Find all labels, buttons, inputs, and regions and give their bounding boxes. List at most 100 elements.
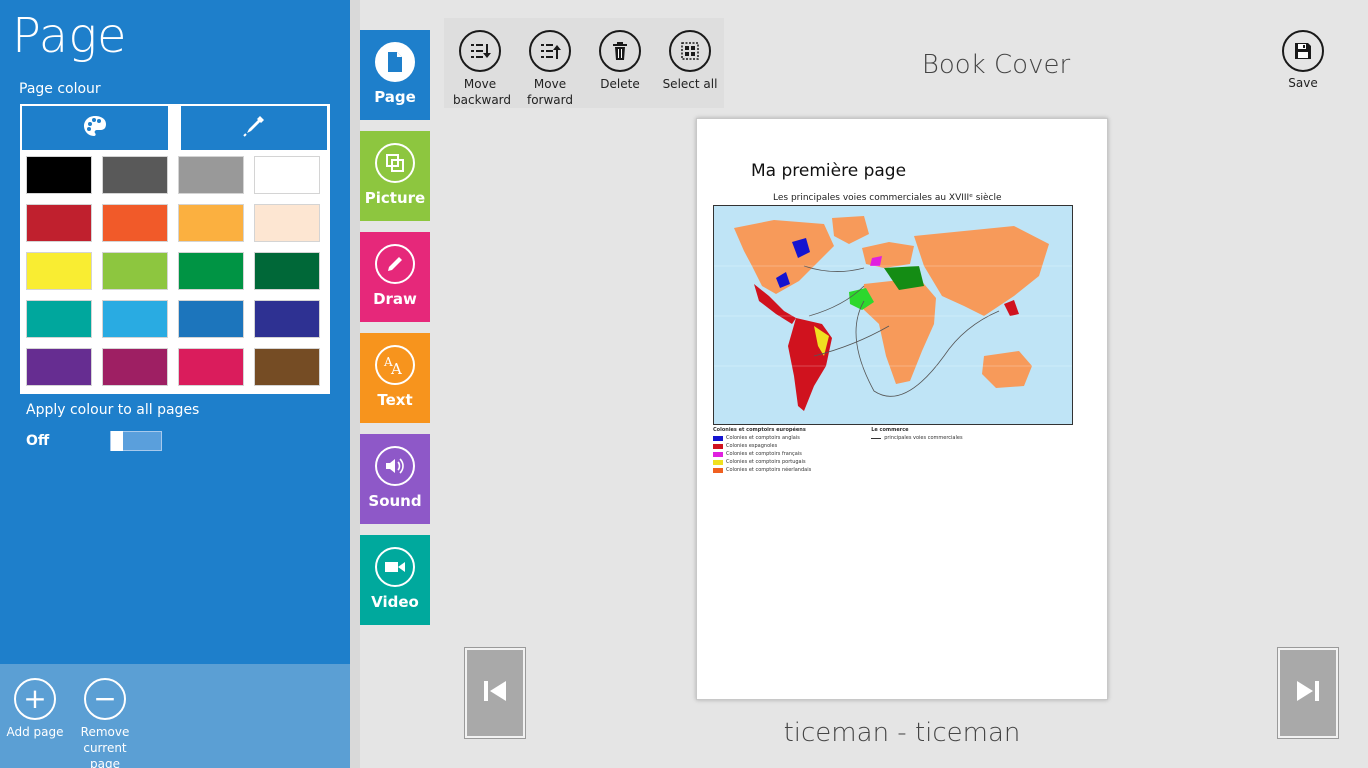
palette-picker-button[interactable]	[22, 106, 168, 150]
map-caption: Les principales voies commerciales au XV…	[773, 193, 1002, 203]
legend-row: Colonies espagnoles	[713, 443, 811, 449]
colour-swatch[interactable]	[178, 300, 244, 338]
colour-swatch[interactable]	[102, 204, 168, 242]
save-button[interactable]: Save	[1268, 30, 1338, 90]
skip-next-icon	[1295, 679, 1321, 707]
select-all-button[interactable]: Select all	[655, 30, 725, 92]
eyedropper-button[interactable]	[181, 106, 327, 150]
legend-trade-row: principales voies commerciales	[871, 435, 963, 441]
legend-swatch	[713, 459, 723, 465]
previous-page-button[interactable]	[464, 647, 526, 739]
palette-icon	[82, 114, 108, 142]
legend-row: Colonies et comptoirs néerlandais	[713, 467, 811, 473]
text-icon: AA	[375, 345, 415, 385]
move-forward-label: Move forward	[526, 77, 573, 107]
tab-text[interactable]: AA Text	[360, 333, 430, 423]
page-settings-panel: Page Page colour Apply colour to all pag…	[0, 0, 350, 768]
legend-section-colonies: Colonies et comptoirs européens Colonies…	[713, 427, 811, 473]
legend-trade-title: Le commerce	[871, 427, 909, 433]
panel-divider	[350, 0, 360, 768]
colour-swatch[interactable]	[26, 252, 92, 290]
legend-title: Colonies et comptoirs européens	[713, 427, 806, 433]
legend-label: Colonies espagnoles	[726, 443, 778, 449]
colour-swatch[interactable]	[254, 348, 320, 386]
colour-swatch[interactable]	[254, 204, 320, 242]
page-actions-bar: + Add page − Remove current page	[0, 664, 350, 768]
tab-sound-label: Sound	[368, 492, 422, 510]
speaker-icon	[375, 446, 415, 486]
toggle-state-label: Off	[26, 433, 50, 449]
colour-swatch[interactable]	[254, 252, 320, 290]
svg-text:A: A	[390, 360, 402, 376]
colour-swatch[interactable]	[26, 348, 92, 386]
colour-swatch[interactable]	[26, 204, 92, 242]
page-heading-text[interactable]: Ma première page	[751, 161, 906, 181]
apply-all-toggle[interactable]	[110, 431, 162, 451]
legend-section-trade: Le commerce principales voies commercial…	[871, 427, 963, 473]
page-colour-label: Page colour	[19, 81, 101, 97]
legend-rows: Colonies et comptoirs anglais Colonies es…	[713, 435, 811, 473]
toggle-thumb[interactable]	[111, 431, 123, 451]
colour-swatch[interactable]	[254, 156, 320, 194]
author-label: ticeman - ticeman	[783, 718, 1021, 748]
legend-swatch	[713, 435, 723, 441]
move-backward-label: Move backward	[453, 77, 512, 107]
map-legend: Colonies et comptoirs européens Colonies…	[713, 425, 1073, 475]
colour-swatch[interactable]	[26, 156, 92, 194]
legend-row: Colonies et comptoirs anglais	[713, 435, 811, 441]
delete-label: Delete	[600, 77, 640, 91]
book-title: Book Cover	[921, 50, 1071, 80]
swatch-grid	[26, 156, 320, 386]
colour-swatch[interactable]	[102, 252, 168, 290]
remove-page-button[interactable]: − Remove current page	[65, 678, 145, 768]
plus-icon: +	[14, 678, 56, 720]
route-line-swatch	[871, 437, 882, 439]
legend-trade-item: principales voies commerciales	[884, 435, 963, 441]
next-page-button[interactable]	[1277, 647, 1339, 739]
trash-icon	[599, 30, 641, 72]
legend-label: Colonies et comptoirs portugais	[726, 459, 806, 465]
picture-icon	[375, 143, 415, 183]
tab-page-label: Page	[374, 88, 416, 106]
apply-colour-label: Apply colour to all pages	[26, 402, 200, 418]
tab-video[interactable]: Video	[360, 535, 430, 625]
colour-swatch[interactable]	[254, 300, 320, 338]
tab-page[interactable]: Page	[360, 30, 430, 120]
tab-video-label: Video	[371, 593, 419, 611]
select-all-label: Select all	[662, 77, 718, 91]
legend-swatch	[713, 467, 723, 473]
move-forward-button[interactable]: Move forward	[515, 30, 585, 108]
tab-picture[interactable]: Picture	[360, 131, 430, 221]
edit-toolbar: Move backward Move forward Delete Select…	[444, 18, 724, 108]
remove-page-label: Remove current page	[80, 725, 130, 768]
colour-palette	[20, 104, 330, 394]
tab-draw[interactable]: Draw	[360, 232, 430, 322]
tab-text-label: Text	[377, 391, 413, 409]
pencil-icon	[375, 244, 415, 284]
add-page-button[interactable]: + Add page	[0, 678, 75, 740]
skip-previous-icon	[482, 679, 508, 707]
colour-swatch[interactable]	[102, 300, 168, 338]
move-backward-icon	[459, 30, 501, 72]
move-backward-button[interactable]: Move backward	[445, 30, 515, 108]
colour-swatch[interactable]	[26, 300, 92, 338]
legend-swatch	[713, 451, 723, 457]
tab-picture-label: Picture	[364, 189, 426, 207]
colour-swatch[interactable]	[178, 252, 244, 290]
legend-label: Colonies et comptoirs français	[726, 451, 802, 457]
page-canvas[interactable]: Ma première page Les principales voies c…	[696, 118, 1108, 700]
add-page-label: Add page	[6, 725, 64, 739]
colour-swatch[interactable]	[102, 156, 168, 194]
delete-button[interactable]: Delete	[585, 30, 655, 92]
colour-swatch[interactable]	[178, 348, 244, 386]
colour-swatch[interactable]	[178, 204, 244, 242]
colour-swatch[interactable]	[102, 348, 168, 386]
eyedropper-icon	[241, 113, 267, 143]
colour-swatch[interactable]	[178, 156, 244, 194]
minus-icon: −	[84, 678, 126, 720]
world-map-image[interactable]	[713, 205, 1073, 425]
video-camera-icon	[375, 547, 415, 587]
tab-sound[interactable]: Sound	[360, 434, 430, 524]
floppy-disk-icon	[1282, 30, 1324, 72]
save-label: Save	[1288, 76, 1318, 90]
